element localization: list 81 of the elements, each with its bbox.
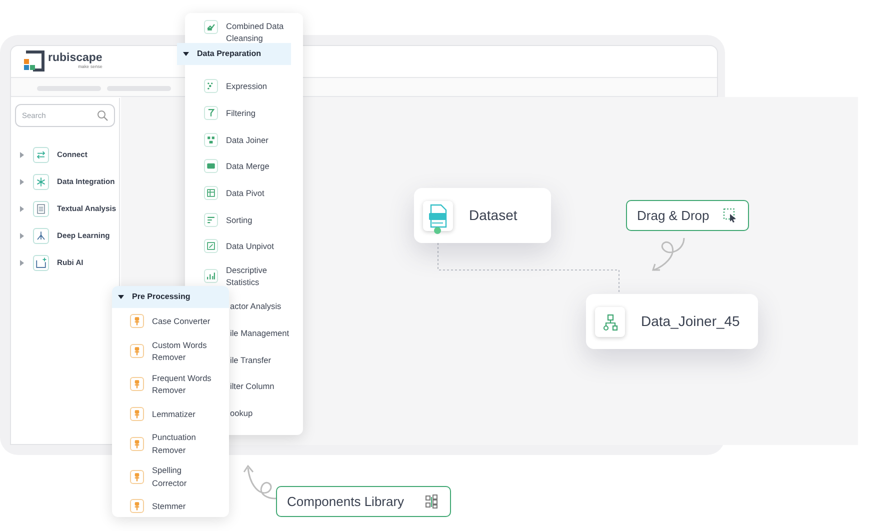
tool-icon bbox=[204, 269, 218, 284]
tool-item[interactable]: Stemmer bbox=[112, 493, 229, 520]
node-label: Dataset bbox=[469, 206, 518, 225]
tool-label: Frequent Words Remover bbox=[152, 372, 212, 396]
tool-label: Spelling Corrector bbox=[152, 464, 188, 489]
components-icon bbox=[425, 494, 440, 509]
port-dot[interactable] bbox=[434, 227, 441, 234]
tool-label: Descriptive Statistics bbox=[226, 264, 268, 288]
tool-label: Case Converter bbox=[152, 315, 212, 328]
hint-label: Drag & Drop bbox=[637, 206, 710, 225]
document-icon bbox=[33, 200, 49, 216]
tool-label: Lemmatizer bbox=[152, 408, 196, 420]
tool-item[interactable]: Spelling Corrector bbox=[112, 460, 229, 493]
node-label: Data_Joiner_45 bbox=[641, 312, 740, 331]
tool-label: Data Pivot bbox=[226, 187, 266, 200]
tool-icon bbox=[204, 186, 218, 200]
tool-item[interactable]: Combined Data Cleansing bbox=[185, 13, 303, 43]
tool-item[interactable]: actor Analysis bbox=[230, 292, 303, 320]
tool-item[interactable]: ookup bbox=[230, 400, 303, 426]
tool-item[interactable]: Expression bbox=[185, 73, 303, 100]
pin-icon bbox=[130, 436, 144, 450]
tool-item[interactable]: Data Unpivot bbox=[185, 233, 303, 260]
tool-label: ookup bbox=[230, 406, 254, 419]
category-title: Data Preparation bbox=[197, 48, 262, 60]
tool-label: Punctuation Remover bbox=[152, 431, 197, 456]
pin-icon bbox=[130, 377, 144, 391]
tool-label: Data Joiner bbox=[226, 134, 270, 146]
tool-item[interactable]: Data Merge bbox=[185, 153, 303, 180]
tool-item[interactable]: Sorting bbox=[185, 206, 303, 234]
tool-label: Data Unpivot bbox=[226, 240, 275, 252]
search-icon bbox=[97, 110, 108, 121]
tool-icon bbox=[204, 159, 218, 174]
category-header[interactable]: Data Preparation bbox=[177, 43, 291, 65]
tool-item[interactable]: Custom Words Remover bbox=[112, 334, 229, 368]
tool-item[interactable]: Punctuation Remover bbox=[112, 427, 229, 460]
tool-label: Sorting bbox=[226, 214, 254, 226]
pin-icon bbox=[130, 344, 144, 358]
tool-item[interactable]: Data Pivot bbox=[185, 180, 303, 206]
arrows-icon bbox=[33, 146, 49, 162]
category-title: Pre Processing bbox=[132, 291, 190, 303]
csv-file-icon bbox=[423, 200, 453, 230]
curly-arrow bbox=[652, 238, 685, 271]
tool-item[interactable]: Case Converter bbox=[112, 308, 229, 334]
tool-icon bbox=[204, 239, 218, 254]
tool-label: Expression bbox=[226, 80, 268, 92]
sparkle-frame-icon bbox=[33, 254, 49, 270]
tool-label: Filtering bbox=[226, 107, 257, 120]
tool-label: ile Transfer bbox=[230, 354, 272, 366]
hint-label: Components Library bbox=[287, 492, 404, 511]
asterisk-icon bbox=[33, 174, 49, 190]
tool-label: Combined Data Cleansing bbox=[226, 20, 285, 44]
workflow-node[interactable]: Data_Joiner_45 bbox=[586, 294, 758, 349]
tool-item[interactable]: Data Joiner bbox=[185, 126, 303, 154]
drag-select-icon bbox=[723, 208, 738, 223]
brand-name: rubiscape bbox=[48, 52, 102, 64]
pin-icon bbox=[130, 470, 144, 484]
hierarchy-icon bbox=[595, 306, 625, 336]
tool-label: Custom Words Remover bbox=[152, 338, 208, 364]
tool-icon bbox=[204, 79, 218, 94]
tool-item[interactable]: Lemmatizer bbox=[112, 400, 229, 427]
tool-label: ilter Column bbox=[230, 380, 276, 392]
tool-label: actor Analysis bbox=[230, 300, 282, 312]
tool-label: Stemmer bbox=[152, 500, 187, 512]
workflow-node[interactable]: Dataset bbox=[414, 188, 551, 243]
tool-icon bbox=[204, 20, 218, 34]
tool-label: Data Merge bbox=[226, 160, 270, 172]
tool-icon bbox=[204, 212, 218, 227]
pin-icon bbox=[130, 499, 144, 514]
tool-item[interactable]: ilter Column bbox=[230, 372, 303, 400]
tool-label: ile Management bbox=[230, 326, 290, 339]
tool-icon bbox=[204, 106, 218, 120]
category-header[interactable]: Pre Processing bbox=[112, 286, 229, 308]
logo-icon bbox=[23, 50, 45, 72]
pin-icon bbox=[130, 314, 144, 328]
hierarchy-icon bbox=[33, 228, 49, 244]
tool-item[interactable]: Filtering bbox=[185, 100, 303, 126]
tool-item[interactable]: ile Management bbox=[230, 320, 303, 346]
tool-item[interactable]: ile Transfer bbox=[230, 346, 303, 373]
pin-icon bbox=[130, 406, 144, 421]
tool-item[interactable]: Frequent Words Remover bbox=[112, 368, 229, 400]
tool-icon bbox=[204, 132, 218, 147]
